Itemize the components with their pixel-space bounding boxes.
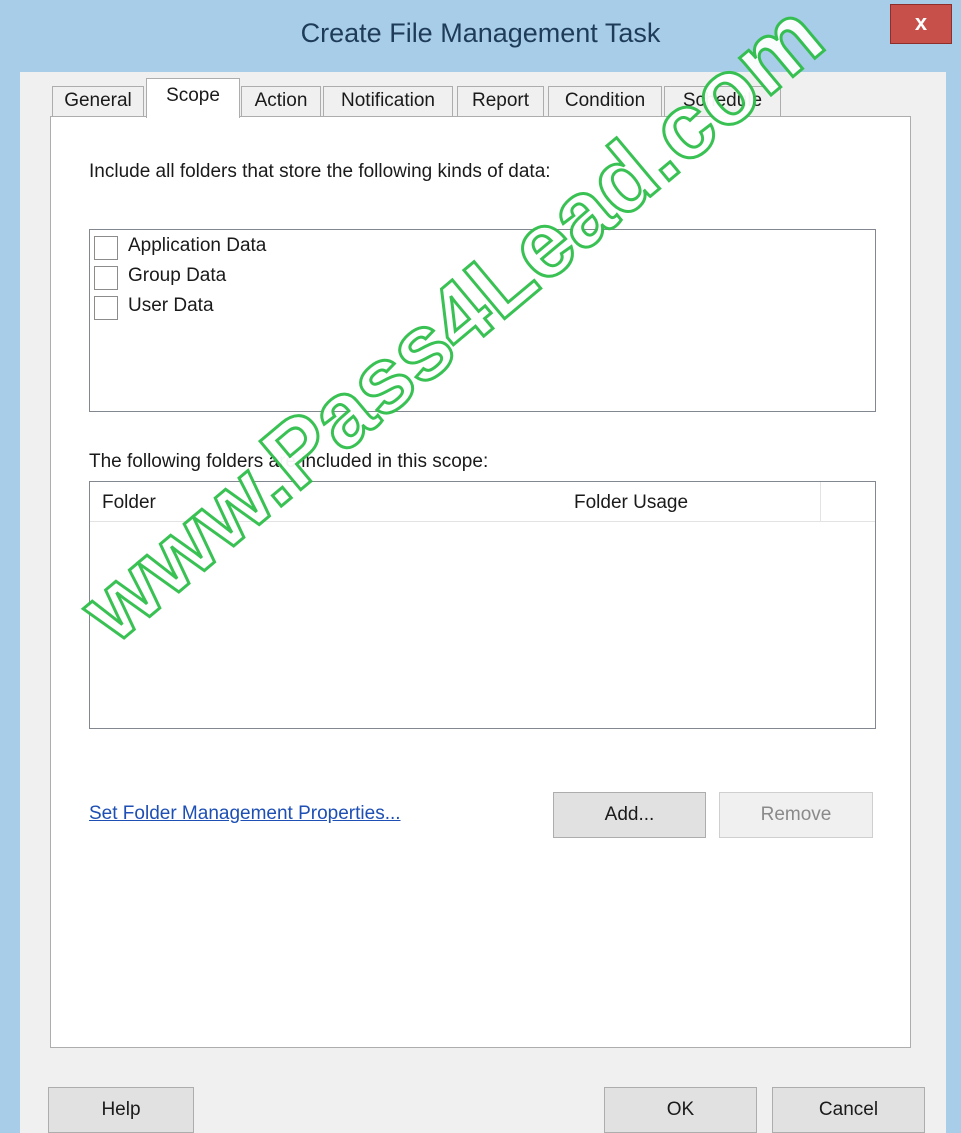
column-header-folder-usage[interactable]: Folder Usage xyxy=(574,492,688,514)
tab-label: General xyxy=(64,90,132,111)
close-button[interactable]: x xyxy=(890,4,952,44)
group-data-checkbox[interactable] xyxy=(94,266,118,290)
tab-action[interactable]: Action xyxy=(241,86,321,116)
include-kinds-label: Include all folders that store the follo… xyxy=(89,161,551,182)
application-data-checkbox[interactable] xyxy=(94,236,118,260)
column-divider[interactable] xyxy=(820,482,821,522)
cancel-button[interactable]: Cancel xyxy=(772,1087,925,1133)
help-button-label: Help xyxy=(101,1099,141,1120)
add-button-label: Add... xyxy=(604,804,655,825)
tab-label: Notification xyxy=(341,90,435,111)
tab-report[interactable]: Report xyxy=(457,86,544,116)
add-button[interactable]: Add... xyxy=(553,792,706,838)
tab-scope[interactable]: Scope xyxy=(146,78,240,118)
checklist-item-label: User Data xyxy=(128,295,214,316)
tab-label: Scope xyxy=(166,85,220,106)
remove-button-label: Remove xyxy=(760,804,832,825)
remove-button[interactable]: Remove xyxy=(719,792,873,838)
tab-notification[interactable]: Notification xyxy=(323,86,453,116)
help-button[interactable]: Help xyxy=(48,1087,194,1133)
set-folder-management-properties-link[interactable]: Set Folder Management Properties... xyxy=(89,803,401,825)
checklist-item-label: Group Data xyxy=(128,265,227,286)
user-data-checkbox[interactable] xyxy=(94,296,118,320)
checklist-item-label: Application Data xyxy=(128,235,267,256)
ok-button[interactable]: OK xyxy=(604,1087,757,1133)
tab-general[interactable]: General xyxy=(52,86,144,116)
ok-button-label: OK xyxy=(666,1099,695,1120)
dialog-window: Create File Management Task x General Sc… xyxy=(0,0,961,1133)
tab-label: Report xyxy=(471,90,530,111)
close-icon: x xyxy=(914,10,928,35)
cancel-button-label: Cancel xyxy=(818,1099,879,1120)
tab-label: Action xyxy=(254,90,308,111)
